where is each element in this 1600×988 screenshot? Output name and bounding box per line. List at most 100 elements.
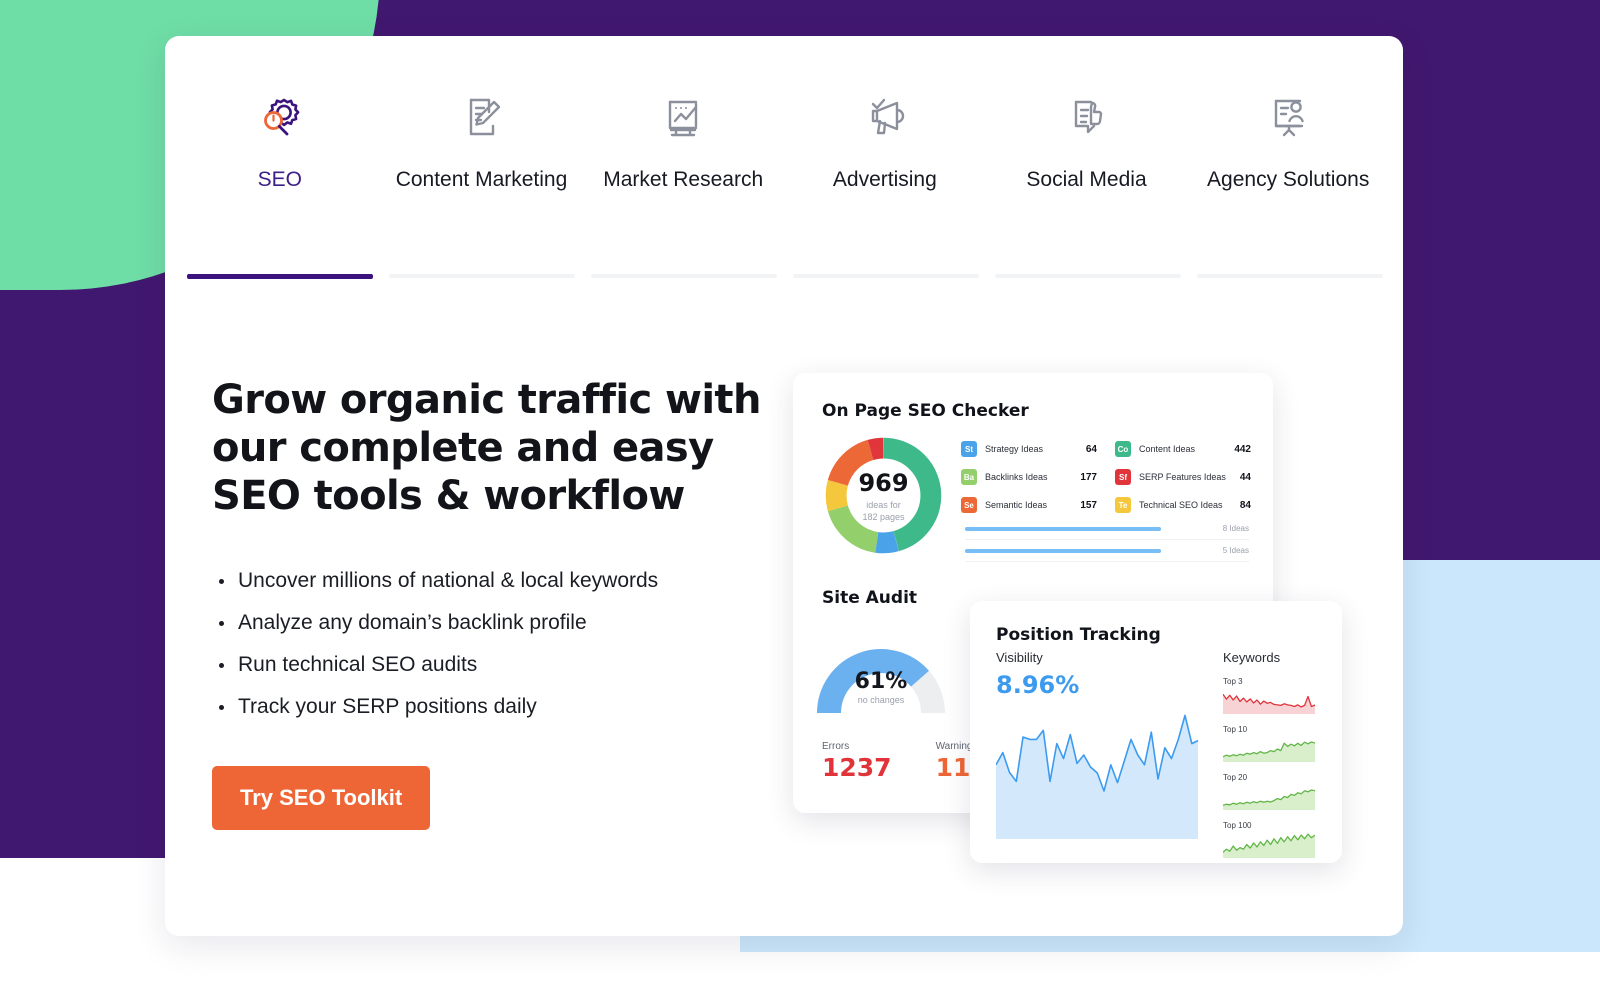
sparkline-top20: Top 20: [1223, 773, 1315, 810]
legend-label: Content Ideas: [1139, 444, 1196, 454]
tab-underline-4: [793, 274, 979, 278]
progress-track: [965, 526, 1161, 531]
sparkline-label: Top 20: [1223, 773, 1248, 782]
page-title: Grow organic traffic with our complete a…: [212, 377, 761, 519]
legend-swatch: Co: [1115, 441, 1131, 457]
keywords-label: Keywords: [1223, 650, 1281, 665]
sparkline-svg: [1223, 693, 1315, 714]
legend-value: 64: [1085, 443, 1097, 455]
sparkline-top100: Top 100: [1223, 821, 1315, 858]
legend-item: Co Content Ideas 442: [1115, 441, 1251, 457]
tab-social-media[interactable]: Social Media: [986, 84, 1188, 196]
legend-item: Sf SERP Features Ideas 44: [1115, 469, 1251, 485]
errors-value: 1237: [822, 753, 892, 782]
legend-label: Semantic Ideas: [985, 500, 1048, 510]
list-item: Analyze any domain’s backlink profile: [212, 602, 802, 644]
tab-label-market-research: Market Research: [603, 168, 764, 191]
legend-label: Strategy Ideas: [985, 444, 1044, 454]
tab-underline-3: [591, 274, 777, 278]
product-screenshots: On Page SEO Checker 969 ideas for 182 pa…: [793, 373, 1393, 873]
sparkline-label: Top 3: [1223, 677, 1243, 686]
background-white-bottom: [0, 952, 1600, 988]
presentation-person-icon: [1259, 84, 1317, 150]
tab-agency-solutions[interactable]: Agency Solutions: [1187, 84, 1389, 196]
legend-label: Technical SEO Ideas: [1139, 500, 1223, 510]
legend-label: Backlinks Ideas: [985, 472, 1048, 482]
legend-swatch: Se: [961, 497, 977, 513]
legend-value: 177: [1080, 471, 1097, 483]
list-item: Uncover millions of national & local key…: [212, 560, 802, 602]
errors-stat: Errors 1237: [822, 741, 892, 782]
ideas-sub-line2: 182 pages: [862, 511, 905, 522]
progress-label: 8 Ideas: [1222, 524, 1249, 533]
errors-label: Errors: [822, 741, 850, 752]
legend-item: St Strategy Ideas 64: [961, 441, 1097, 457]
ideas-legend: St Strategy Ideas 64 Co Content Ideas 44…: [961, 441, 1251, 513]
progress-row: 8 Ideas: [965, 518, 1249, 540]
ideas-progress-bars: 8 Ideas 5 Ideas: [965, 518, 1249, 562]
feature-list: Uncover millions of national & local key…: [212, 560, 802, 728]
visibility-label: Visibility: [996, 650, 1043, 665]
site-audit-gauge: 61% no changes: [815, 621, 947, 717]
progress-row: 5 Ideas: [965, 540, 1249, 562]
tab-content-marketing[interactable]: Content Marketing: [381, 84, 583, 196]
tab-market-research[interactable]: Market Research: [582, 84, 784, 196]
legend-swatch: Sf: [1115, 469, 1131, 485]
legend-value: 157: [1080, 499, 1097, 511]
progress-fill: [965, 548, 1161, 553]
site-audit-score: 61%: [854, 669, 908, 694]
ideas-total: 969: [858, 468, 909, 497]
tab-underline-active: [187, 274, 373, 279]
legend-item: Ba Backlinks Ideas 177: [961, 469, 1097, 485]
hero-panel: SEO Content Marketing Market Research Ad…: [165, 36, 1403, 936]
seo-gear-magnifier-icon: [251, 84, 309, 150]
legend-value: 44: [1239, 471, 1251, 483]
visibility-area-chart: [995, 711, 1199, 839]
site-audit-title: Site Audit: [822, 588, 918, 608]
legend-item: Se Semantic Ideas 157: [961, 497, 1097, 513]
sparkline-svg: [1223, 833, 1315, 858]
document-pencil-icon: [453, 84, 511, 150]
legend-value: 84: [1239, 499, 1251, 511]
tab-label-advertising: Advertising: [832, 168, 937, 191]
product-tabs: SEO Content Marketing Market Research Ad…: [179, 84, 1389, 196]
ideas-donut-chart: 969 ideas for 182 pages: [821, 433, 946, 558]
tab-label-agency-solutions: Agency Solutions: [1207, 168, 1370, 191]
hero-copy: Grow organic traffic with our complete a…: [212, 376, 802, 830]
progress-fill: [965, 526, 1161, 531]
list-item: Track your SERP positions daily: [212, 686, 802, 728]
sparkline-label: Top 10: [1223, 725, 1248, 734]
tab-underline-6: [1197, 274, 1383, 278]
gauge-center-label: 61% no changes: [815, 639, 947, 735]
ideas-sub-line1: ideas for: [866, 499, 901, 510]
sparkline-top3: Top 3: [1223, 677, 1315, 714]
progress-label: 5 Ideas: [1222, 546, 1249, 555]
legend-swatch: St: [961, 441, 977, 457]
position-tracking-card: Position Tracking Visibility 8.96% Keywo…: [970, 601, 1342, 863]
sparkline-svg: [1223, 741, 1315, 762]
progress-track: [965, 548, 1161, 553]
megaphone-check-icon: [856, 84, 914, 150]
visibility-value: 8.96%: [996, 671, 1080, 699]
try-seo-toolkit-button[interactable]: Try SEO Toolkit: [212, 766, 431, 830]
tab-seo[interactable]: SEO: [179, 84, 381, 196]
tab-advertising[interactable]: Advertising: [784, 84, 986, 196]
sparkline-label: Top 100: [1223, 821, 1252, 830]
list-item: Run technical SEO audits: [212, 644, 802, 686]
legend-label: SERP Features Ideas: [1139, 472, 1226, 482]
speech-thumbsup-icon: [1058, 84, 1116, 150]
tab-label-social-media: Social Media: [1026, 168, 1147, 191]
monitor-chart-icon: [654, 84, 712, 150]
legend-value: 442: [1234, 443, 1251, 455]
tab-label-seo: SEO: [257, 168, 303, 191]
position-tracking-title: Position Tracking: [996, 625, 1161, 645]
sparkline-svg: [1223, 789, 1315, 810]
site-audit-score-sub: no changes: [857, 695, 905, 705]
legend-swatch: Ba: [961, 469, 977, 485]
legend-item: Te Technical SEO Ideas 84: [1115, 497, 1251, 513]
visibility-chart-svg: [995, 714, 1199, 839]
tab-label-content-marketing: Content Marketing: [395, 168, 568, 191]
legend-swatch: Te: [1115, 497, 1131, 513]
tab-underline-5: [995, 274, 1181, 278]
donut-center-label: 969 ideas for 182 pages: [821, 433, 946, 558]
